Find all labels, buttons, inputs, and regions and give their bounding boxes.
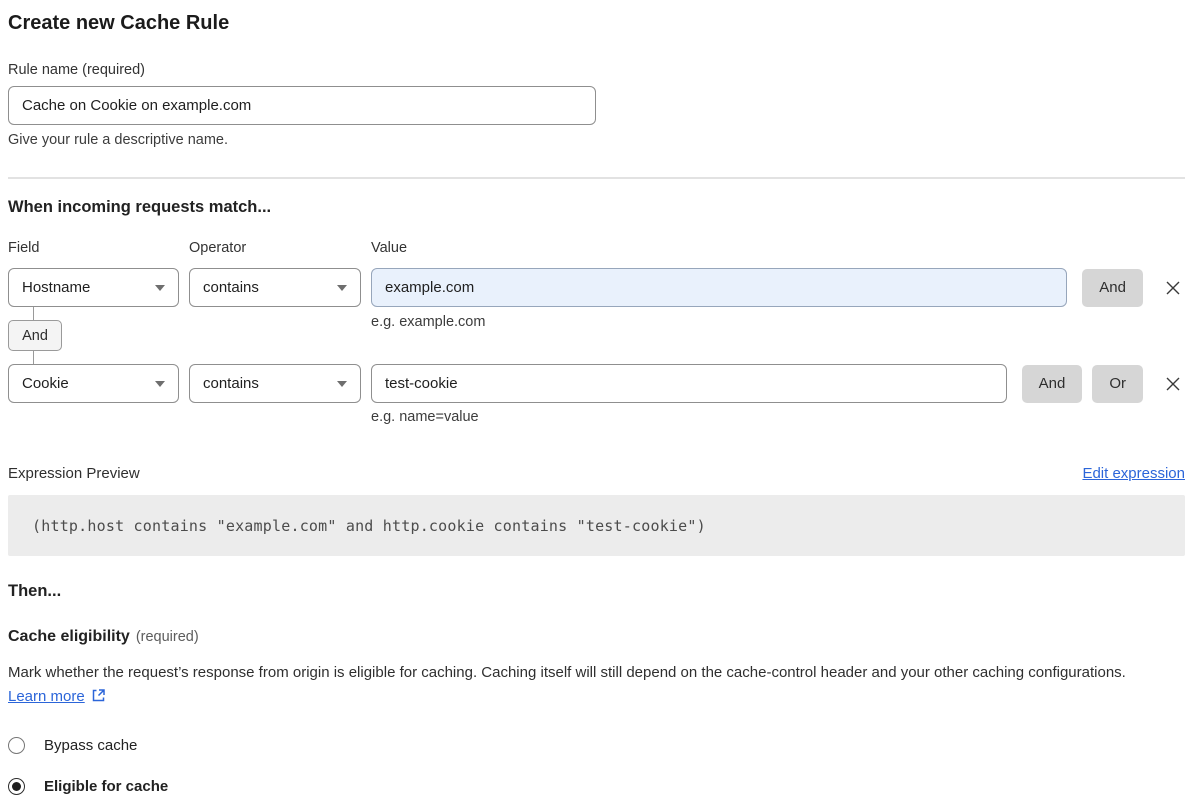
cache-eligibility-label: Cache eligibility — [8, 628, 130, 645]
close-icon — [1163, 278, 1183, 298]
close-icon — [1163, 374, 1183, 394]
description-text: Mark whether the request’s response from… — [8, 664, 1126, 681]
edit-expression-link[interactable]: Edit expression — [1082, 465, 1185, 482]
field-select[interactable]: Cookie — [8, 364, 179, 403]
rule-name-label: Rule name (required) — [8, 62, 1177, 78]
add-and-condition-button[interactable]: And — [1082, 269, 1143, 307]
match-section-heading: When incoming requests match... — [8, 198, 1177, 217]
value-input[interactable] — [371, 268, 1067, 307]
field-select[interactable]: Hostname — [8, 268, 179, 307]
field-select-value: Cookie — [22, 375, 69, 392]
condition-row: Hostname contains And — [8, 268, 1185, 307]
value-input[interactable] — [371, 364, 1007, 403]
operator-column-label: Operator — [189, 240, 361, 256]
operator-select[interactable]: contains — [189, 364, 361, 403]
value-column-label: Value — [371, 240, 1185, 256]
add-and-condition-button[interactable]: And — [1022, 365, 1083, 403]
field-select-value: Hostname — [22, 279, 90, 296]
radio-label: Bypass cache — [44, 737, 137, 754]
radio-option-bypass-cache[interactable]: Bypass cache — [8, 737, 1177, 754]
chevron-down-icon — [155, 381, 165, 387]
page-title: Create new Cache Rule — [8, 12, 1177, 35]
rule-name-help-text: Give your rule a descriptive name. — [8, 132, 1177, 148]
value-hint: e.g. name=value — [371, 409, 479, 425]
operator-select[interactable]: contains — [189, 268, 361, 307]
radio-unselected-icon[interactable] — [8, 737, 25, 754]
remove-condition-button[interactable] — [1161, 276, 1185, 300]
cache-eligibility-description: Mark whether the request’s response from… — [8, 661, 1168, 710]
operator-select-value: contains — [203, 375, 259, 392]
required-badge: (required) — [136, 629, 199, 645]
then-section-heading: Then... — [8, 582, 1177, 601]
chevron-down-icon — [337, 285, 347, 291]
cache-eligibility-heading: Cache eligibility (required) — [8, 628, 1177, 646]
condition-connector-strip: And e.g. example.com — [8, 307, 1185, 364]
expression-preview-header: Expression Preview Edit expression — [8, 465, 1185, 482]
radio-selected-icon[interactable] — [8, 778, 25, 795]
condition-column-headers: Field Operator Value — [8, 240, 1185, 256]
add-or-condition-button[interactable]: Or — [1092, 365, 1143, 403]
field-column-label: Field — [8, 240, 179, 256]
section-divider — [8, 177, 1185, 179]
radio-option-eligible-for-cache[interactable]: Eligible for cache — [8, 778, 1177, 795]
connector-and-button[interactable]: And — [8, 320, 62, 351]
radio-label: Eligible for cache — [44, 778, 168, 795]
remove-condition-button[interactable] — [1161, 372, 1185, 396]
external-link-icon — [91, 688, 106, 703]
radio-dot — [12, 782, 21, 791]
rule-name-input[interactable] — [8, 86, 596, 125]
chevron-down-icon — [155, 285, 165, 291]
expression-preview-code: (http.host contains "example.com" and ht… — [8, 495, 1185, 556]
condition-row: Cookie contains And Or — [8, 364, 1185, 403]
operator-select-value: contains — [203, 279, 259, 296]
create-cache-rule-form: Create new Cache Rule Rule name (require… — [0, 0, 1192, 795]
chevron-down-icon — [337, 381, 347, 387]
value-hint-strip: e.g. name=value — [8, 403, 1185, 425]
learn-more-link[interactable]: Learn more — [8, 688, 85, 705]
expression-preview-label: Expression Preview — [8, 465, 140, 482]
value-hint: e.g. example.com — [371, 314, 485, 330]
